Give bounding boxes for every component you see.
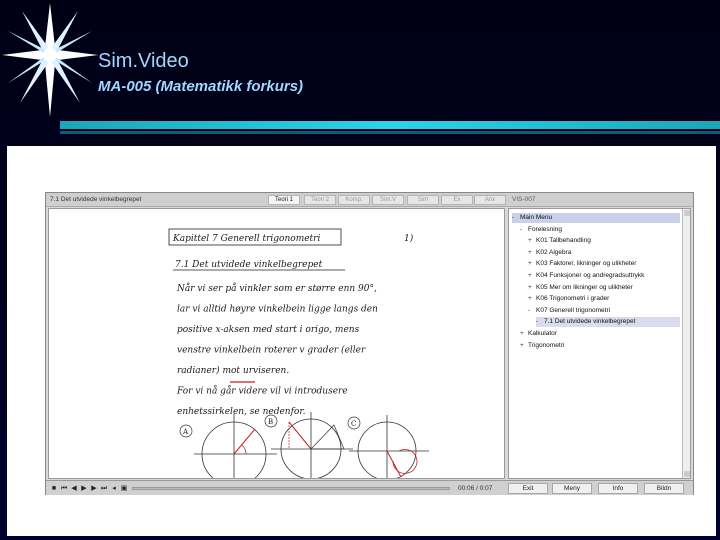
- figure-label-b: B: [268, 418, 273, 426]
- info-button[interactable]: Info: [598, 483, 638, 494]
- collapse-icon[interactable]: -: [536, 317, 544, 327]
- time-label: 00:06 / 0:07: [458, 485, 493, 492]
- notes-line: radianer) mot urviseren.: [177, 365, 289, 376]
- video-player: 7.1 Det utvidede vinkelbegrepet Teori 1 T…: [45, 192, 694, 495]
- figure-c: C: [347, 415, 429, 478]
- menu-item-label: K04 Funksjoner og andregradsuttrykk: [536, 272, 645, 279]
- tab-anx[interactable]: Anx: [474, 195, 506, 205]
- menu-item[interactable]: + K06 Trigonometri i grader: [528, 294, 680, 304]
- fast-forward-icon[interactable]: ▶: [90, 484, 98, 493]
- notes-line: lar vi alltid høyre vinkelbein ligge lan…: [177, 305, 378, 315]
- menu-item-label: K02 Algebra: [536, 248, 572, 256]
- notes-page-number: 1): [404, 233, 414, 244]
- menu-item-label: K03 Faktorer, likninger og ulikheter: [536, 260, 637, 268]
- menu-item[interactable]: -7.1 Det utvidede vinkelbegrepet: [536, 317, 680, 328]
- menu-item-label: Kalkulator: [528, 330, 557, 337]
- expand-icon[interactable]: +: [528, 236, 536, 246]
- player-topbar: 7.1 Det utvidede vinkelbegrepet Teori 1 T…: [46, 193, 693, 207]
- menu-item[interactable]: + K01 Tallbehandling: [528, 236, 680, 246]
- menu-item[interactable]: + Trigonometri: [520, 341, 680, 351]
- menu-scrollbar[interactable]: [682, 209, 690, 478]
- tab-sim-v[interactable]: Sim.V: [372, 195, 404, 205]
- menu-item[interactable]: + K05 Mer om likninger og ulikheter: [528, 283, 680, 293]
- menu-item[interactable]: + K02 Algebra: [528, 248, 680, 258]
- starburst-logo: [2, 3, 98, 117]
- menu-item-label: K07 Generell trigonometri: [536, 306, 611, 314]
- rewind-icon[interactable]: ◀: [70, 484, 78, 493]
- stop-icon[interactable]: ■: [50, 484, 58, 493]
- notes-section: 7.1 Det utvidede vinkelbegrepet: [175, 260, 323, 270]
- expand-icon[interactable]: +: [528, 271, 536, 281]
- notes-pane: Kapittel 7 Generell trigonometri 1) 7.1 …: [48, 208, 505, 479]
- menu-item[interactable]: + K04 Funksjoner og andregradsuttrykk: [528, 271, 680, 281]
- collapse-icon[interactable]: -: [520, 225, 528, 235]
- volume-icon[interactable]: ◂: [110, 484, 118, 493]
- menu-item-label: Forelesning: [528, 225, 562, 233]
- menu-item[interactable]: + K03 Faktorer, likninger og ulikheter: [528, 259, 680, 269]
- figure-b: B: [264, 412, 353, 478]
- title-accent-bar: [60, 121, 720, 129]
- expand-icon[interactable]: +: [520, 329, 528, 339]
- notes-line: positive x-aksen med start i origo, mens: [177, 325, 360, 335]
- presentation-subtitle: MA-005 (Matematikk forkurs): [98, 78, 304, 95]
- exit-button[interactable]: Exit: [508, 483, 548, 494]
- menu-item-label: K06 Trigonometri i grader: [536, 295, 610, 303]
- skip-end-icon[interactable]: ⏭: [100, 484, 108, 493]
- expand-icon[interactable]: +: [520, 341, 528, 351]
- figure-a: A: [179, 414, 277, 478]
- tab-komp-[interactable]: Komp.: [338, 195, 370, 205]
- menu-item-label: Trigonometri: [528, 341, 565, 349]
- collapse-icon[interactable]: -: [512, 213, 520, 223]
- video-title: 7.1 Det utvidede vinkelbegrepet: [50, 196, 142, 203]
- expand-icon[interactable]: +: [528, 248, 536, 258]
- figure-label-c: C: [351, 420, 356, 428]
- menu-tree: - Main Menu - Forelesning + K01 Tallbehandlin…: [508, 208, 691, 479]
- menu-item[interactable]: + Kalkulator: [520, 329, 680, 339]
- menu-item-label: 7.1 Det utvidede vinkelbegrepet: [544, 318, 636, 326]
- notes-line: Når vi ser på vinkler som er større enn …: [176, 282, 377, 294]
- scroll-up-arrow-icon[interactable]: [684, 210, 690, 216]
- title-accent-bar-thin: [60, 131, 720, 134]
- menu-item-label: K05 Mer om likninger og ulikheter: [536, 283, 633, 291]
- scroll-down-arrow-icon[interactable]: [684, 471, 690, 477]
- menu-item-label: Main Menu: [520, 214, 553, 221]
- notes-heading: Kapittel 7 Generell trigonometri: [172, 234, 320, 244]
- handwritten-notes: Kapittel 7 Generell trigonometri 1) 7.1 …: [168, 228, 429, 478]
- notes-line: enhetssirkelen, se nedenfor.: [177, 407, 306, 417]
- menu-item[interactable]: - Forelesning: [520, 225, 680, 235]
- meny-button[interactable]: Meny: [552, 483, 592, 494]
- play-icon[interactable]: ▶: [80, 484, 88, 493]
- menu-item[interactable]: - Main Menu: [512, 213, 680, 223]
- notes-line: For vi nå går videre vil vi introdusere: [176, 385, 348, 397]
- notes-lines: Når vi ser på vinkler som er større enn …: [176, 282, 378, 417]
- tab-teori-1[interactable]: Teori 1: [268, 195, 300, 205]
- collapse-icon[interactable]: -: [528, 306, 536, 316]
- figure-label-a: A: [182, 428, 189, 436]
- notes-line: venstre vinkelbein roterer v grader (ell…: [177, 345, 366, 356]
- tab-ex[interactable]: Ex: [441, 195, 473, 205]
- skip-start-icon[interactable]: ⏮: [60, 484, 68, 493]
- playback-control-bar: ■ ⏮ ◀ ▶ ▶ ⏭ ◂ ▣ 00:06 / 0:07 Exit Meny Inf…: [46, 480, 693, 495]
- expand-icon[interactable]: +: [528, 283, 536, 293]
- menu-item[interactable]: - K07 Generell trigonometri: [528, 306, 680, 316]
- tab-teori-2[interactable]: Teori 2: [304, 195, 336, 205]
- bildn-button[interactable]: Bildn: [644, 483, 684, 494]
- expand-icon[interactable]: +: [528, 294, 536, 304]
- seek-slider[interactable]: [132, 487, 450, 490]
- expand-icon[interactable]: +: [528, 259, 536, 269]
- tab-sim[interactable]: Sim: [407, 195, 439, 205]
- fullscreen-icon[interactable]: ▣: [120, 484, 128, 493]
- menu-item-label: K01 Tallbehandling: [536, 237, 591, 245]
- menu-header-label: VIS-007: [512, 196, 536, 203]
- presentation-title: Sim.Video: [98, 50, 189, 72]
